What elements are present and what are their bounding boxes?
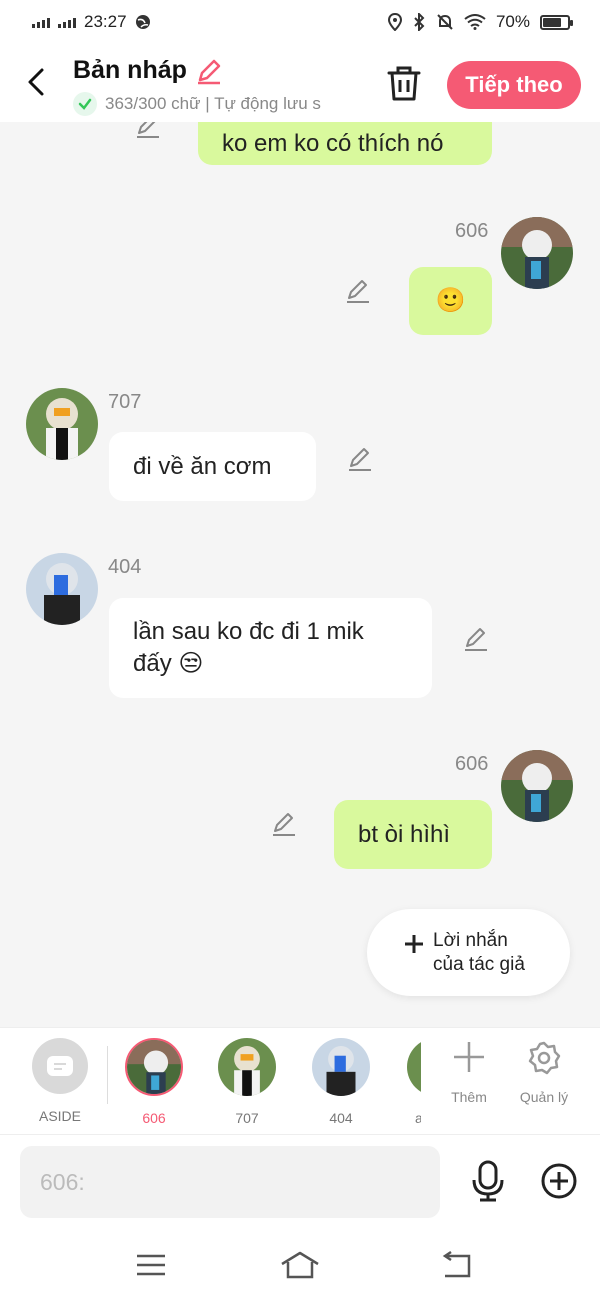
message-text: đi về ăn cơm (133, 452, 272, 480)
avatar-404[interactable] (26, 553, 98, 625)
message-bubble[interactable]: đi về ăn cơm (109, 432, 316, 501)
message-text: ko em ko có thích nó (222, 129, 444, 157)
character-label: 707 (235, 1110, 259, 1126)
mute-icon (437, 14, 453, 30)
location-icon (387, 13, 402, 31)
character-label: a (415, 1110, 421, 1126)
home-icon[interactable] (280, 1250, 320, 1280)
gear-icon (528, 1041, 561, 1075)
avatar (407, 1038, 421, 1096)
edit-message-icon[interactable] (344, 277, 372, 305)
trash-icon[interactable] (386, 64, 422, 102)
back-nav-icon[interactable] (437, 1250, 477, 1280)
edit-message-icon[interactable] (346, 445, 374, 473)
edit-message-icon[interactable] (270, 810, 298, 838)
character-707[interactable]: 707 (212, 1038, 282, 1126)
check-icon (73, 92, 97, 116)
manage-label: Quản lý (519, 1089, 569, 1105)
message-text: bt òi hìhì (358, 820, 451, 848)
edit-message-icon[interactable] (134, 122, 162, 140)
signal-icon (32, 16, 50, 28)
header: Bản nháp 363/300 chữ | Tự động lưu s Tiế… (0, 48, 600, 122)
back-icon[interactable] (22, 62, 52, 102)
add-character-button[interactable]: Thêm (434, 1040, 504, 1105)
signal-icon-2 (58, 16, 76, 28)
plus-icon (454, 1042, 484, 1072)
plus-icon (405, 935, 423, 953)
message-text-line-2: đấy 😒 (133, 650, 204, 677)
bluetooth-icon (414, 13, 425, 31)
add-label: Thêm (451, 1089, 487, 1105)
character-label: 404 (329, 1110, 353, 1126)
sender-name: 606 (455, 220, 489, 242)
battery-icon (540, 14, 573, 30)
input-bar: 606: (0, 1136, 600, 1230)
word-count-status: 363/300 chữ | Tự động lưu s (73, 92, 363, 116)
system-nav-bar (0, 1230, 600, 1300)
character-label: 606 (142, 1110, 166, 1126)
sender-name: 606 (455, 753, 489, 775)
status-bar: 23:27 70% (0, 0, 600, 48)
page-title: Bản nháp (73, 56, 223, 85)
microphone-icon[interactable] (470, 1160, 506, 1202)
message-text: 🙂 (435, 287, 466, 314)
menu-icon[interactable] (131, 1250, 171, 1280)
manage-button[interactable]: Quản lý (509, 1040, 579, 1105)
message-text-line-1: lần sau ko đc đi 1 mik (133, 618, 364, 645)
word-count-text: 363/300 chữ | Tự động lưu s (105, 94, 321, 113)
avatar-606[interactable] (501, 750, 573, 822)
aside-icon (32, 1038, 88, 1094)
character-bar: ASIDE 606 707 404 a Thêm Quản lý (0, 1027, 600, 1135)
status-time: 23:27 (84, 12, 127, 31)
message-bubble[interactable]: lần sau ko đc đi 1 mik đấy 😒 (109, 598, 432, 698)
character-label: ASIDE (38, 1108, 81, 1124)
chat-area[interactable]: ko em ko có thích nó 606 🙂 707 đi về ăn … (0, 122, 600, 1027)
add-circle-icon[interactable] (541, 1163, 577, 1199)
author-note-button[interactable]: Lời nhắn của tác giả (367, 909, 570, 996)
wifi-icon (464, 14, 486, 30)
message-bubble[interactable]: 🙂 (409, 267, 492, 335)
avatar-707[interactable] (26, 388, 98, 460)
message-input[interactable]: 606: (20, 1146, 440, 1218)
battery-percent: 70% (495, 12, 530, 31)
character-partial[interactable]: a (399, 1038, 421, 1126)
message-bubble[interactable]: bt òi hìhì (334, 800, 492, 869)
avatar (125, 1038, 183, 1096)
next-button[interactable]: Tiếp theo (447, 61, 581, 109)
author-note-label-1: Lời nhắn (433, 929, 508, 951)
avatar (218, 1038, 276, 1096)
character-606[interactable]: 606 (119, 1038, 189, 1126)
globe-icon (135, 15, 150, 29)
message-bubble[interactable]: ko em ko có thích nó (198, 122, 492, 165)
edit-message-icon[interactable] (462, 625, 490, 653)
author-note-label-2: của tác giả (433, 953, 525, 975)
divider (107, 1046, 108, 1104)
character-aside[interactable]: ASIDE (25, 1038, 95, 1124)
edit-title-icon[interactable] (195, 57, 223, 85)
avatar-606[interactable] (501, 217, 573, 289)
sender-name: 404 (108, 556, 142, 578)
page-title-text: Bản nháp (73, 56, 187, 84)
avatar (312, 1038, 370, 1096)
sender-name: 707 (108, 391, 142, 413)
message-input-placeholder: 606: (40, 1168, 85, 1195)
character-404[interactable]: 404 (306, 1038, 376, 1126)
